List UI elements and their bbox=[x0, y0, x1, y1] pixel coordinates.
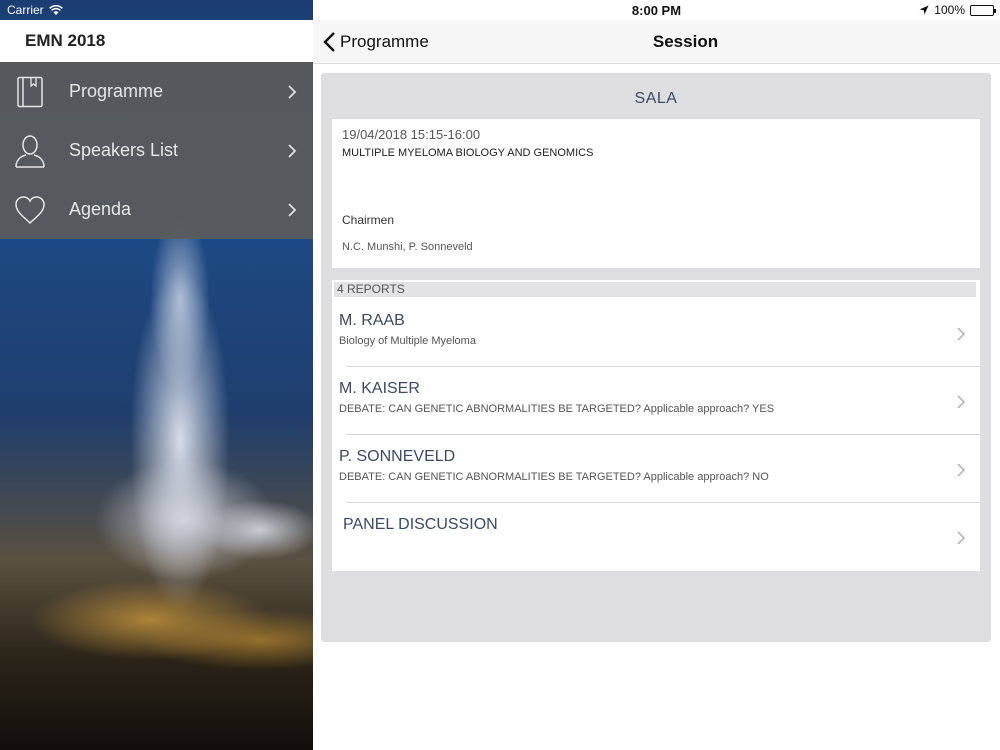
status-bar: 8:00 PM 100% bbox=[313, 0, 1000, 20]
report-speaker: PANEL DISCUSSION bbox=[343, 516, 498, 533]
report-speaker: M. RAAB bbox=[339, 312, 405, 329]
report-speaker: M. KAISER bbox=[339, 380, 420, 397]
report-row[interactable]: PANEL DISCUSSION bbox=[332, 503, 980, 571]
page-title-text: Session bbox=[652, 32, 719, 51]
session-info-card: 19/04/2018 15:15-16:00 MULTIPLE MYELOMA … bbox=[332, 119, 980, 268]
chairmen-names: N.C. Munshi, P. Sonneveld bbox=[342, 241, 473, 253]
report-row[interactable]: P. SONNEVELD DEBATE: CAN GENETIC ABNORMA… bbox=[332, 435, 980, 503]
session-title: MULTIPLE MYELOMA BIOLOGY AND GENOMICS bbox=[342, 147, 594, 159]
sidebar: Carrier EMN 2018 Programme Speakers List… bbox=[0, 0, 313, 750]
sidebar-menu: Programme Speakers List Agenda bbox=[0, 62, 313, 239]
heart-icon bbox=[14, 193, 46, 227]
back-button[interactable]: Programme bbox=[323, 20, 429, 64]
reports-header: 4 REPORTS bbox=[334, 282, 976, 297]
sidebar-item-speakers[interactable]: Speakers List bbox=[0, 121, 313, 180]
chevron-right-icon bbox=[957, 327, 966, 341]
session-panel: SALA 19/04/2018 15:15-16:00 MULTIPLE MYE… bbox=[321, 73, 991, 642]
person-icon bbox=[14, 134, 46, 168]
battery-percent: 100% bbox=[934, 3, 965, 17]
sidebar-item-agenda[interactable]: Agenda bbox=[0, 180, 313, 239]
nav-bar: Programme Session bbox=[313, 20, 1000, 64]
main-content: 8:00 PM 100% Programme Session SALA 19/0… bbox=[313, 0, 1000, 750]
reports-list: 4 REPORTS M. RAAB Biology of Multiple My… bbox=[332, 280, 980, 571]
battery-icon bbox=[970, 4, 996, 16]
chevron-right-icon bbox=[287, 200, 301, 220]
chevron-right-icon bbox=[957, 531, 966, 545]
status-carrier: Carrier bbox=[7, 3, 63, 17]
report-row[interactable]: M. KAISER DEBATE: CAN GENETIC ABNORMALIT… bbox=[332, 367, 980, 435]
sidebar-item-programme[interactable]: Programme bbox=[0, 62, 313, 121]
sidebar-item-label: Agenda bbox=[69, 199, 132, 219]
report-description: Biology of Multiple Myeloma bbox=[339, 335, 476, 347]
report-row[interactable]: M. RAAB Biology of Multiple Myeloma bbox=[332, 299, 980, 367]
room-title: SALA bbox=[634, 90, 678, 107]
chairmen-label: Chairmen bbox=[342, 213, 395, 227]
chevron-right-icon bbox=[287, 141, 301, 161]
carrier-label: Carrier bbox=[7, 3, 44, 17]
back-label: Programme bbox=[340, 32, 429, 51]
chevron-right-icon bbox=[957, 395, 966, 409]
report-description: DEBATE: CAN GENETIC ABNORMALITIES BE TAR… bbox=[339, 403, 775, 415]
status-right: 100% bbox=[919, 3, 996, 17]
brand-bar: EMN 2018 bbox=[0, 20, 313, 62]
sidebar-item-label: Programme bbox=[69, 81, 164, 101]
sidebar-item-label: Speakers List bbox=[69, 140, 179, 160]
app-title: EMN 2018 bbox=[25, 31, 106, 50]
location-arrow-icon bbox=[919, 5, 929, 15]
status-time: 8:00 PM bbox=[631, 3, 682, 18]
book-icon bbox=[14, 75, 46, 109]
report-description: DEBATE: CAN GENETIC ABNORMALITIES BE TAR… bbox=[339, 471, 769, 483]
chevron-left-icon bbox=[323, 32, 335, 52]
report-speaker: P. SONNEVELD bbox=[339, 448, 456, 465]
wifi-icon bbox=[48, 4, 63, 15]
chevron-right-icon bbox=[957, 463, 966, 477]
chevron-right-icon bbox=[287, 82, 301, 102]
session-datetime: 19/04/2018 15:15-16:00 bbox=[342, 127, 481, 142]
